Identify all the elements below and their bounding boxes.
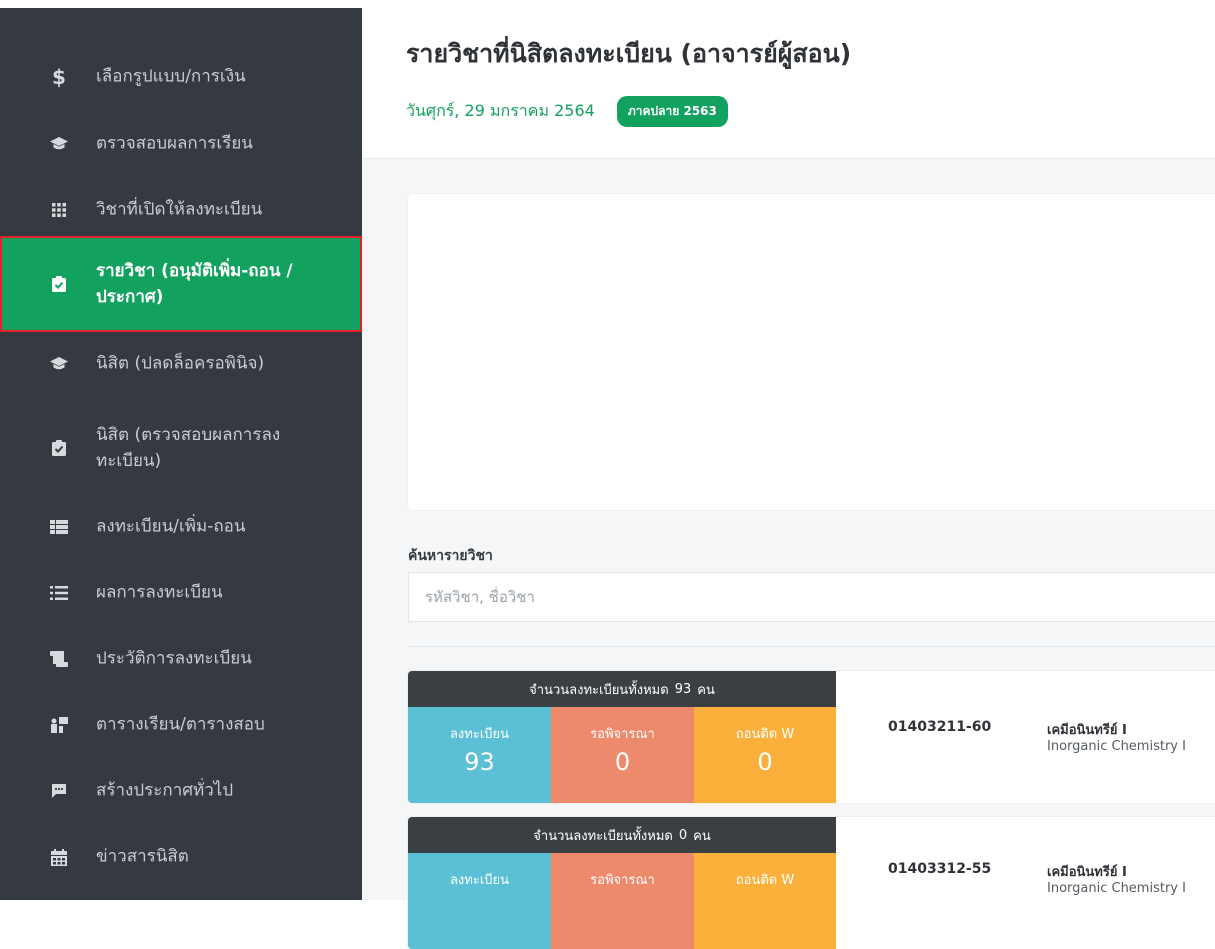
sidebar-item-label: ตารางเรียน/ตารางสอบ [96, 714, 265, 735]
registered-stat[interactable]: ลงทะเบียน [408, 853, 551, 949]
pending-stat[interactable]: รอพิจารณา 0 [551, 707, 694, 803]
registered-count: 93 [464, 748, 495, 776]
sidebar-item-student-news[interactable]: ข่าวสารนิสิต [0, 835, 362, 879]
sidebar-item-label: ข่าวสารนิสิต [96, 846, 189, 867]
clipboard-check-icon [46, 436, 72, 460]
registered-label: ลงทะเบียน [449, 727, 510, 742]
clipboard-check-icon [46, 272, 72, 296]
sidebar: $ เลือกรูปแบบ/การเงิน ตรวจสอบผลการเรียน … [0, 0, 362, 900]
sidebar-panel: $ เลือกรูปแบบ/การเงิน ตรวจสอบผลการเรียน … [0, 8, 362, 900]
course-code: 01403312-55 [888, 861, 992, 877]
sidebar-item-timetable[interactable]: ตารางเรียน/ตารางสอบ [0, 703, 362, 747]
sidebar-item-registration-history[interactable]: ประวัติการลงทะเบียน [0, 637, 362, 681]
sidebar-item-student-unlock[interactable]: นิสิต (ปลดล็อครอพินิจ) [0, 342, 362, 386]
course-search-input[interactable] [408, 572, 1215, 622]
total-enrollment-unit: คน [693, 828, 711, 844]
total-enrollment-unit: คน [697, 682, 715, 698]
calendar-icon [46, 845, 72, 869]
course-code: 01403211-60 [888, 719, 992, 735]
course-row[interactable]: จำนวนลงทะเบียนทั้งหมด 93 คน ลงทะเบียน 93… [408, 671, 1215, 803]
withdrawn-count: 0 [757, 748, 773, 776]
course-name-en: Inorganic Chemistry I [1047, 881, 1186, 896]
sidebar-item-registration-result[interactable]: ผลการลงทะเบียน [0, 571, 362, 615]
course-name-th: เคมีอนินทรีย์ I [1047, 723, 1127, 738]
sidebar-item-courses-approve[interactable]: รายวิชา (อนุมัติเพิ่ม-ถอน / ประกาศ) [0, 236, 362, 332]
comment-icon [46, 779, 72, 803]
sidebar-item-label: ผลการลงทะเบียน [96, 582, 223, 603]
sidebar-item-check-grades[interactable]: ตรวจสอบผลการเรียน [0, 122, 362, 166]
sidebar-item-label: เลือกรูปแบบ/การเงิน [96, 66, 246, 87]
enrollment-stats: จำนวนลงทะเบียนทั้งหมด 0 คน ลงทะเบียน รอพ… [408, 817, 836, 949]
pending-count: 0 [614, 748, 631, 776]
graduation-cap-icon [46, 352, 72, 376]
withdrawn-stat[interactable]: ถอนติด W [694, 853, 836, 949]
total-enrollment-label: จำนวนลงทะเบียนทั้งหมด [529, 682, 669, 698]
course-row[interactable]: จำนวนลงทะเบียนทั้งหมด 0 คน ลงทะเบียน รอพ… [408, 817, 1215, 949]
sidebar-item-open-courses[interactable]: วิชาที่เปิดให้ลงทะเบียน [0, 188, 362, 232]
table-list-icon [46, 515, 72, 539]
sidebar-item-label: นิสิต (ตรวจสอบผลการลงทะเบียน) [96, 425, 281, 471]
sidebar-item-label: นิสิต (ปลดล็อครอพินิจ) [96, 353, 265, 374]
registered-stat[interactable]: ลงทะเบียน 93 [408, 707, 551, 803]
sidebar-item-student-check-registration[interactable]: นิสิต (ตรวจสอบผลการลงทะเบียน) [0, 410, 362, 486]
withdrawn-label: ถอนติด W [735, 727, 795, 742]
registered-label: ลงทะเบียน [449, 873, 510, 888]
total-enrollment-count: 93 [674, 681, 692, 697]
sidebar-item-label: สร้างประกาศทั่วไป [96, 780, 234, 801]
course-name-en: Inorganic Chemistry I [1047, 739, 1186, 754]
withdrawn-label: ถอนติด W [735, 873, 795, 888]
enrollment-stats: จำนวนลงทะเบียนทั้งหมด 93 คน ลงทะเบียน 93… [408, 671, 836, 803]
withdrawn-stat[interactable]: ถอนติด W 0 [694, 707, 836, 803]
sidebar-item-create-announcement[interactable]: สร้างประกาศทั่วไป [0, 769, 362, 813]
term-badge: ภาคปลาย 2563 [616, 96, 728, 127]
pending-label: รอพิจารณา [590, 727, 655, 742]
sidebar-item-label: ตรวจสอบผลการเรียน [96, 133, 253, 154]
dollar-icon: $ [52, 64, 66, 89]
sidebar-item-label: ลงทะเบียน/เพิ่ม-ถอน [96, 516, 246, 537]
pending-stat[interactable]: รอพิจารณา [551, 853, 694, 949]
total-enrollment-label: จำนวนลงทะเบียนทั้งหมด [533, 828, 673, 844]
sidebar-item-payment-plan[interactable]: $ เลือกรูปแบบ/การเงิน [0, 55, 362, 99]
search-label: ค้นหารายวิชา [408, 548, 493, 564]
chalkboard-teacher-icon [46, 713, 72, 737]
divider [408, 646, 1215, 647]
grid-icon [46, 198, 72, 222]
sidebar-item-register-add-drop[interactable]: ลงทะเบียน/เพิ่ม-ถอน [0, 505, 362, 549]
graduation-cap-icon [46, 132, 72, 156]
sidebar-item-label: ประวัติการลงทะเบียน [96, 648, 252, 669]
sidebar-item-label: วิชาที่เปิดให้ลงทะเบียน [96, 199, 263, 220]
course-name-th: เคมีอนินทรีย์ I [1047, 865, 1127, 880]
page-title: รายวิชาที่นิสิตลงทะเบียน (อาจารย์ผู้สอน) [406, 39, 852, 68]
pending-label: รอพิจารณา [590, 873, 655, 888]
list-icon [46, 581, 72, 605]
date-line: วันศุกร์, 29 มกราคม 2564 ภาคปลาย 2563 [406, 96, 728, 127]
sidebar-item-label: รายวิชา (อนุมัติเพิ่ม-ถอน / ประกาศ) [96, 261, 293, 307]
content-card [408, 194, 1215, 510]
current-date: วันศุกร์, 29 มกราคม 2564 [406, 101, 595, 120]
main-content: รายวิชาที่นิสิตลงทะเบียน (อาจารย์ผู้สอน)… [362, 0, 1215, 949]
total-enrollment: จำนวนลงทะเบียนทั้งหมด 93 คน [408, 671, 836, 707]
page-header: รายวิชาที่นิสิตลงทะเบียน (อาจารย์ผู้สอน)… [362, 0, 1215, 159]
total-enrollment: จำนวนลงทะเบียนทั้งหมด 0 คน [408, 817, 836, 853]
total-enrollment-count: 0 [678, 827, 688, 843]
scroll-icon [46, 647, 72, 671]
